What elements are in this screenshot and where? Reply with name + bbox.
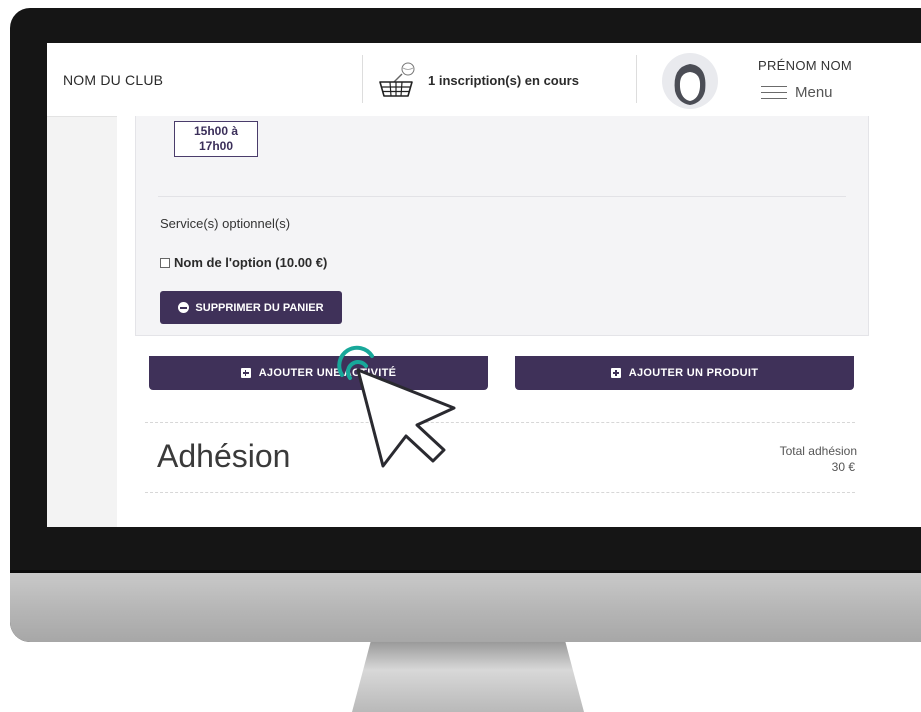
option-checkbox[interactable] bbox=[160, 257, 170, 268]
add-product-label: AJOUTER UN PRODUIT bbox=[628, 367, 759, 379]
header-divider bbox=[636, 55, 637, 103]
screen: NOM DU CLUB 1 inscription(s) en cours PR… bbox=[47, 43, 921, 527]
club-name[interactable]: NOM DU CLUB bbox=[63, 72, 163, 88]
header-divider bbox=[362, 55, 363, 103]
optional-services-title: Service(s) optionnel(s) bbox=[160, 216, 291, 231]
time-slot-end: 17h00 bbox=[198, 139, 234, 153]
minus-circle-icon bbox=[178, 302, 190, 313]
plus-square-icon bbox=[240, 368, 251, 378]
section-divider bbox=[145, 492, 855, 493]
top-header: NOM DU CLUB 1 inscription(s) en cours PR… bbox=[47, 43, 921, 117]
activity-card: 15h00 à 17h00 Service(s) optionnel(s) No… bbox=[135, 116, 869, 336]
time-slot-start: 15h00 à bbox=[193, 124, 239, 138]
remove-from-cart-label: SUPPRIMER DU PANIER bbox=[195, 301, 324, 314]
adhesion-title: Adhésion bbox=[157, 438, 291, 474]
plus-square-icon bbox=[610, 368, 621, 378]
monitor-chin bbox=[10, 573, 921, 642]
hamburger-icon bbox=[761, 86, 787, 100]
cart-page: 15h00 à 17h00 Service(s) optionnel(s) No… bbox=[117, 116, 921, 527]
add-product-button[interactable]: AJOUTER UN PRODUIT bbox=[515, 356, 854, 390]
card-divider bbox=[158, 196, 846, 197]
monitor-stand bbox=[352, 642, 584, 712]
adhesion-total-label: Total adhésion bbox=[779, 444, 857, 458]
section-divider bbox=[145, 422, 855, 423]
menu-label: Menu bbox=[795, 84, 833, 101]
adhesion-total-value: 30 € bbox=[831, 460, 855, 474]
user-name[interactable]: PRÉNOM NOM bbox=[758, 58, 852, 73]
time-slot[interactable]: 15h00 à 17h00 bbox=[174, 121, 258, 157]
cart-status[interactable]: 1 inscription(s) en cours bbox=[428, 73, 579, 88]
basket-icon[interactable] bbox=[372, 58, 420, 102]
click-cursor-icon bbox=[337, 345, 456, 468]
user-avatar-icon[interactable] bbox=[662, 53, 718, 109]
option-row[interactable]: Nom de l'option (10.00 €) bbox=[160, 255, 327, 270]
remove-from-cart-button[interactable]: SUPPRIMER DU PANIER bbox=[160, 291, 342, 324]
option-label: Nom de l'option (10.00 €) bbox=[174, 255, 328, 270]
